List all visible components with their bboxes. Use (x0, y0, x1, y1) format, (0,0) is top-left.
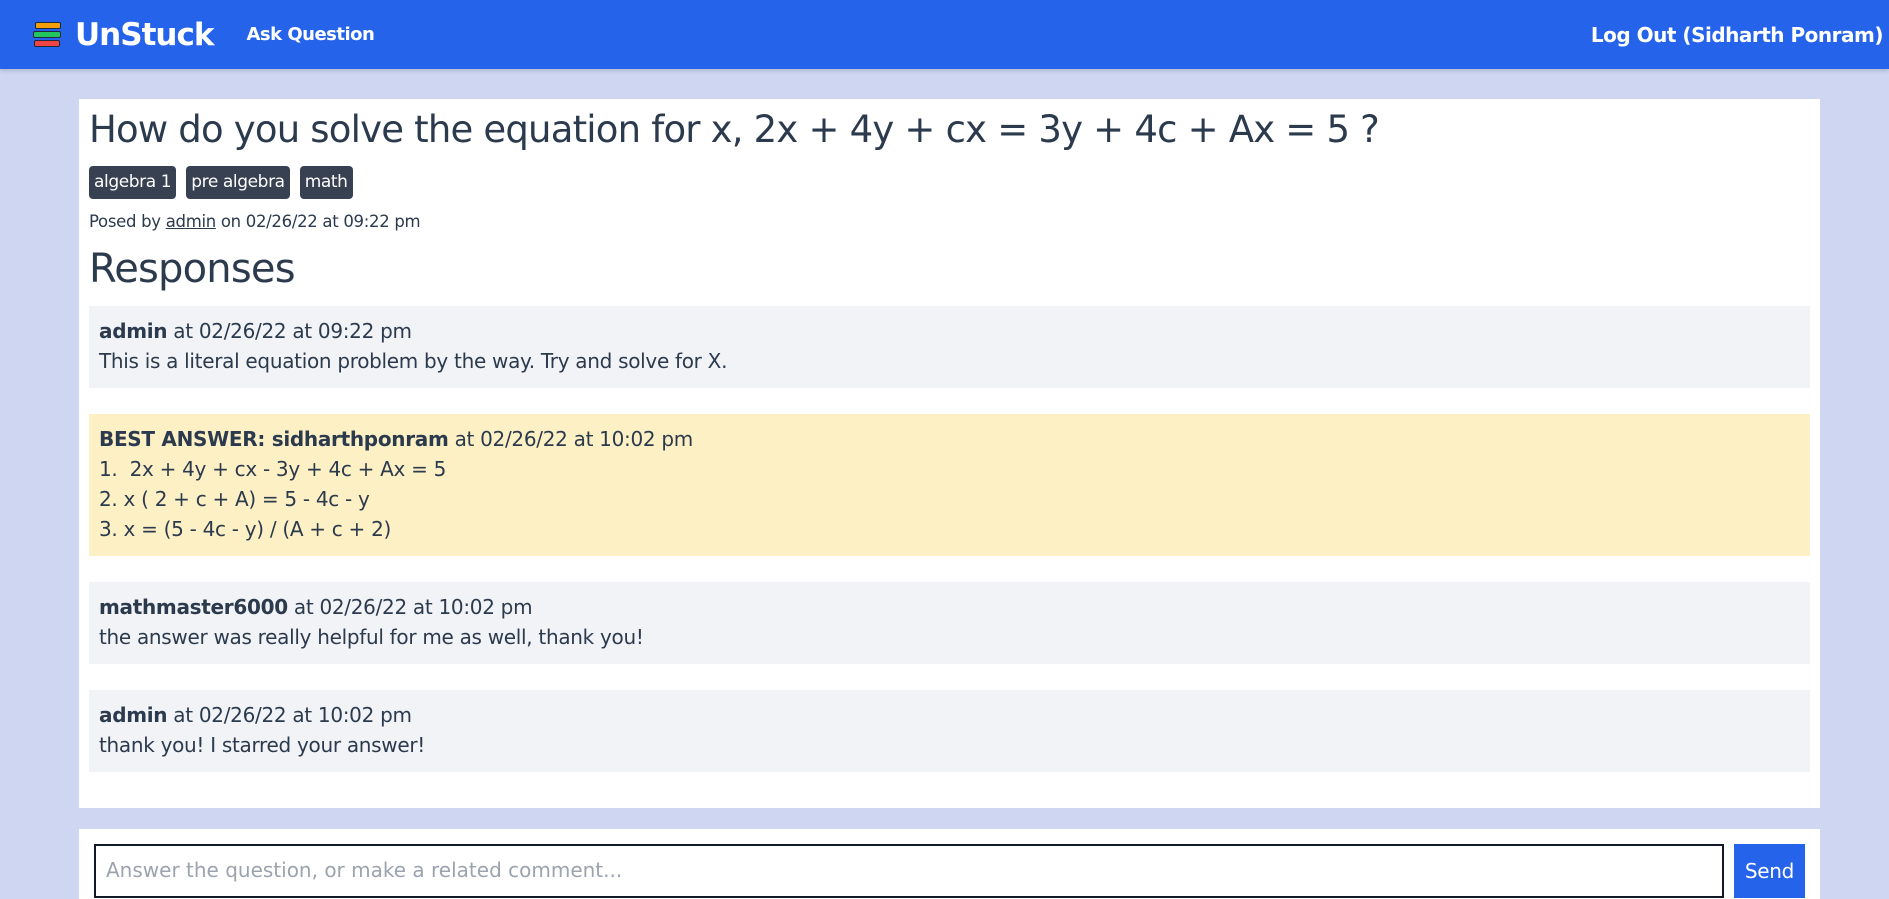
responses-heading: Responses (89, 246, 296, 292)
author-link[interactable]: admin (166, 212, 217, 231)
response-text: the answer was really helpful for me as … (99, 625, 644, 649)
best-answer-label: BEST ANSWER: (99, 427, 272, 451)
posted-prefix: Posed by (89, 212, 161, 231)
response-text: 2. x ( 2 + c + A) = 5 - 4c - y (99, 487, 370, 511)
send-button[interactable]: Send (1734, 844, 1805, 898)
response-header: mathmaster6000 at 02/26/22 at 10:02 pm (99, 592, 1800, 622)
posted-date: on 02/26/22 at 09:22 pm (220, 212, 421, 231)
answer-textarea[interactable] (94, 844, 1724, 898)
response-list: admin at 02/26/22 at 09:22 pm This is a … (89, 306, 1810, 772)
response-item: mathmaster6000 at 02/26/22 at 10:02 pm t… (89, 582, 1810, 664)
response-time: at 02/26/22 at 10:02 pm (167, 703, 412, 727)
tag-badge[interactable]: algebra 1 (89, 166, 177, 199)
response-author: mathmaster6000 (99, 595, 288, 619)
tag-list: algebra 1 pre algebra math (89, 166, 1810, 199)
response-text: This is a literal equation problem by th… (99, 349, 728, 373)
response-time: at 02/26/22 at 09:22 pm (167, 319, 412, 343)
tag-badge[interactable]: pre algebra (186, 166, 290, 199)
question-card: How do you solve the equation for x, 2x … (79, 99, 1820, 808)
ask-question-link[interactable]: Ask Question (246, 24, 374, 45)
tag-badge[interactable]: math (299, 166, 353, 199)
brand-link[interactable]: UnStuck (75, 17, 214, 53)
response-text: 1. 2x + 4y + cx - 3y + 4c + Ax = 5 (99, 457, 447, 481)
response-item: admin at 02/26/22 at 10:02 pm thank you!… (89, 690, 1810, 772)
best-answer-item: BEST ANSWER: sidharthponram at 02/26/22 … (89, 414, 1810, 556)
response-item: admin at 02/26/22 at 09:22 pm This is a … (89, 306, 1810, 388)
answer-form: Send (79, 829, 1820, 899)
question-title: How do you solve the equation for x, 2x … (89, 108, 1380, 151)
top-navbar: UnStuck Ask Question Log Out (Sidharth P… (0, 0, 1889, 69)
response-author: admin (99, 703, 168, 727)
response-time: at 02/26/22 at 10:02 pm (287, 595, 533, 619)
logout-link[interactable]: Log Out (Sidharth Ponram) (1591, 0, 1884, 69)
response-header: admin at 02/26/22 at 10:02 pm (99, 700, 1800, 730)
response-header: BEST ANSWER: sidharthponram at 02/26/22 … (99, 424, 1800, 454)
response-text: 3. x = (5 - 4c - y) / (A + c + 2) (99, 517, 392, 541)
response-text: thank you! I starred your answer! (99, 733, 425, 757)
response-time: at 02/26/22 at 10:02 pm (448, 427, 694, 451)
response-author: admin (99, 319, 168, 343)
response-header: admin at 02/26/22 at 09:22 pm (99, 316, 1800, 346)
books-logo-icon[interactable] (33, 19, 63, 50)
post-meta: Posed by admin on 02/26/22 at 09:22 pm (89, 212, 1810, 231)
response-author: sidharthponram (271, 427, 449, 451)
